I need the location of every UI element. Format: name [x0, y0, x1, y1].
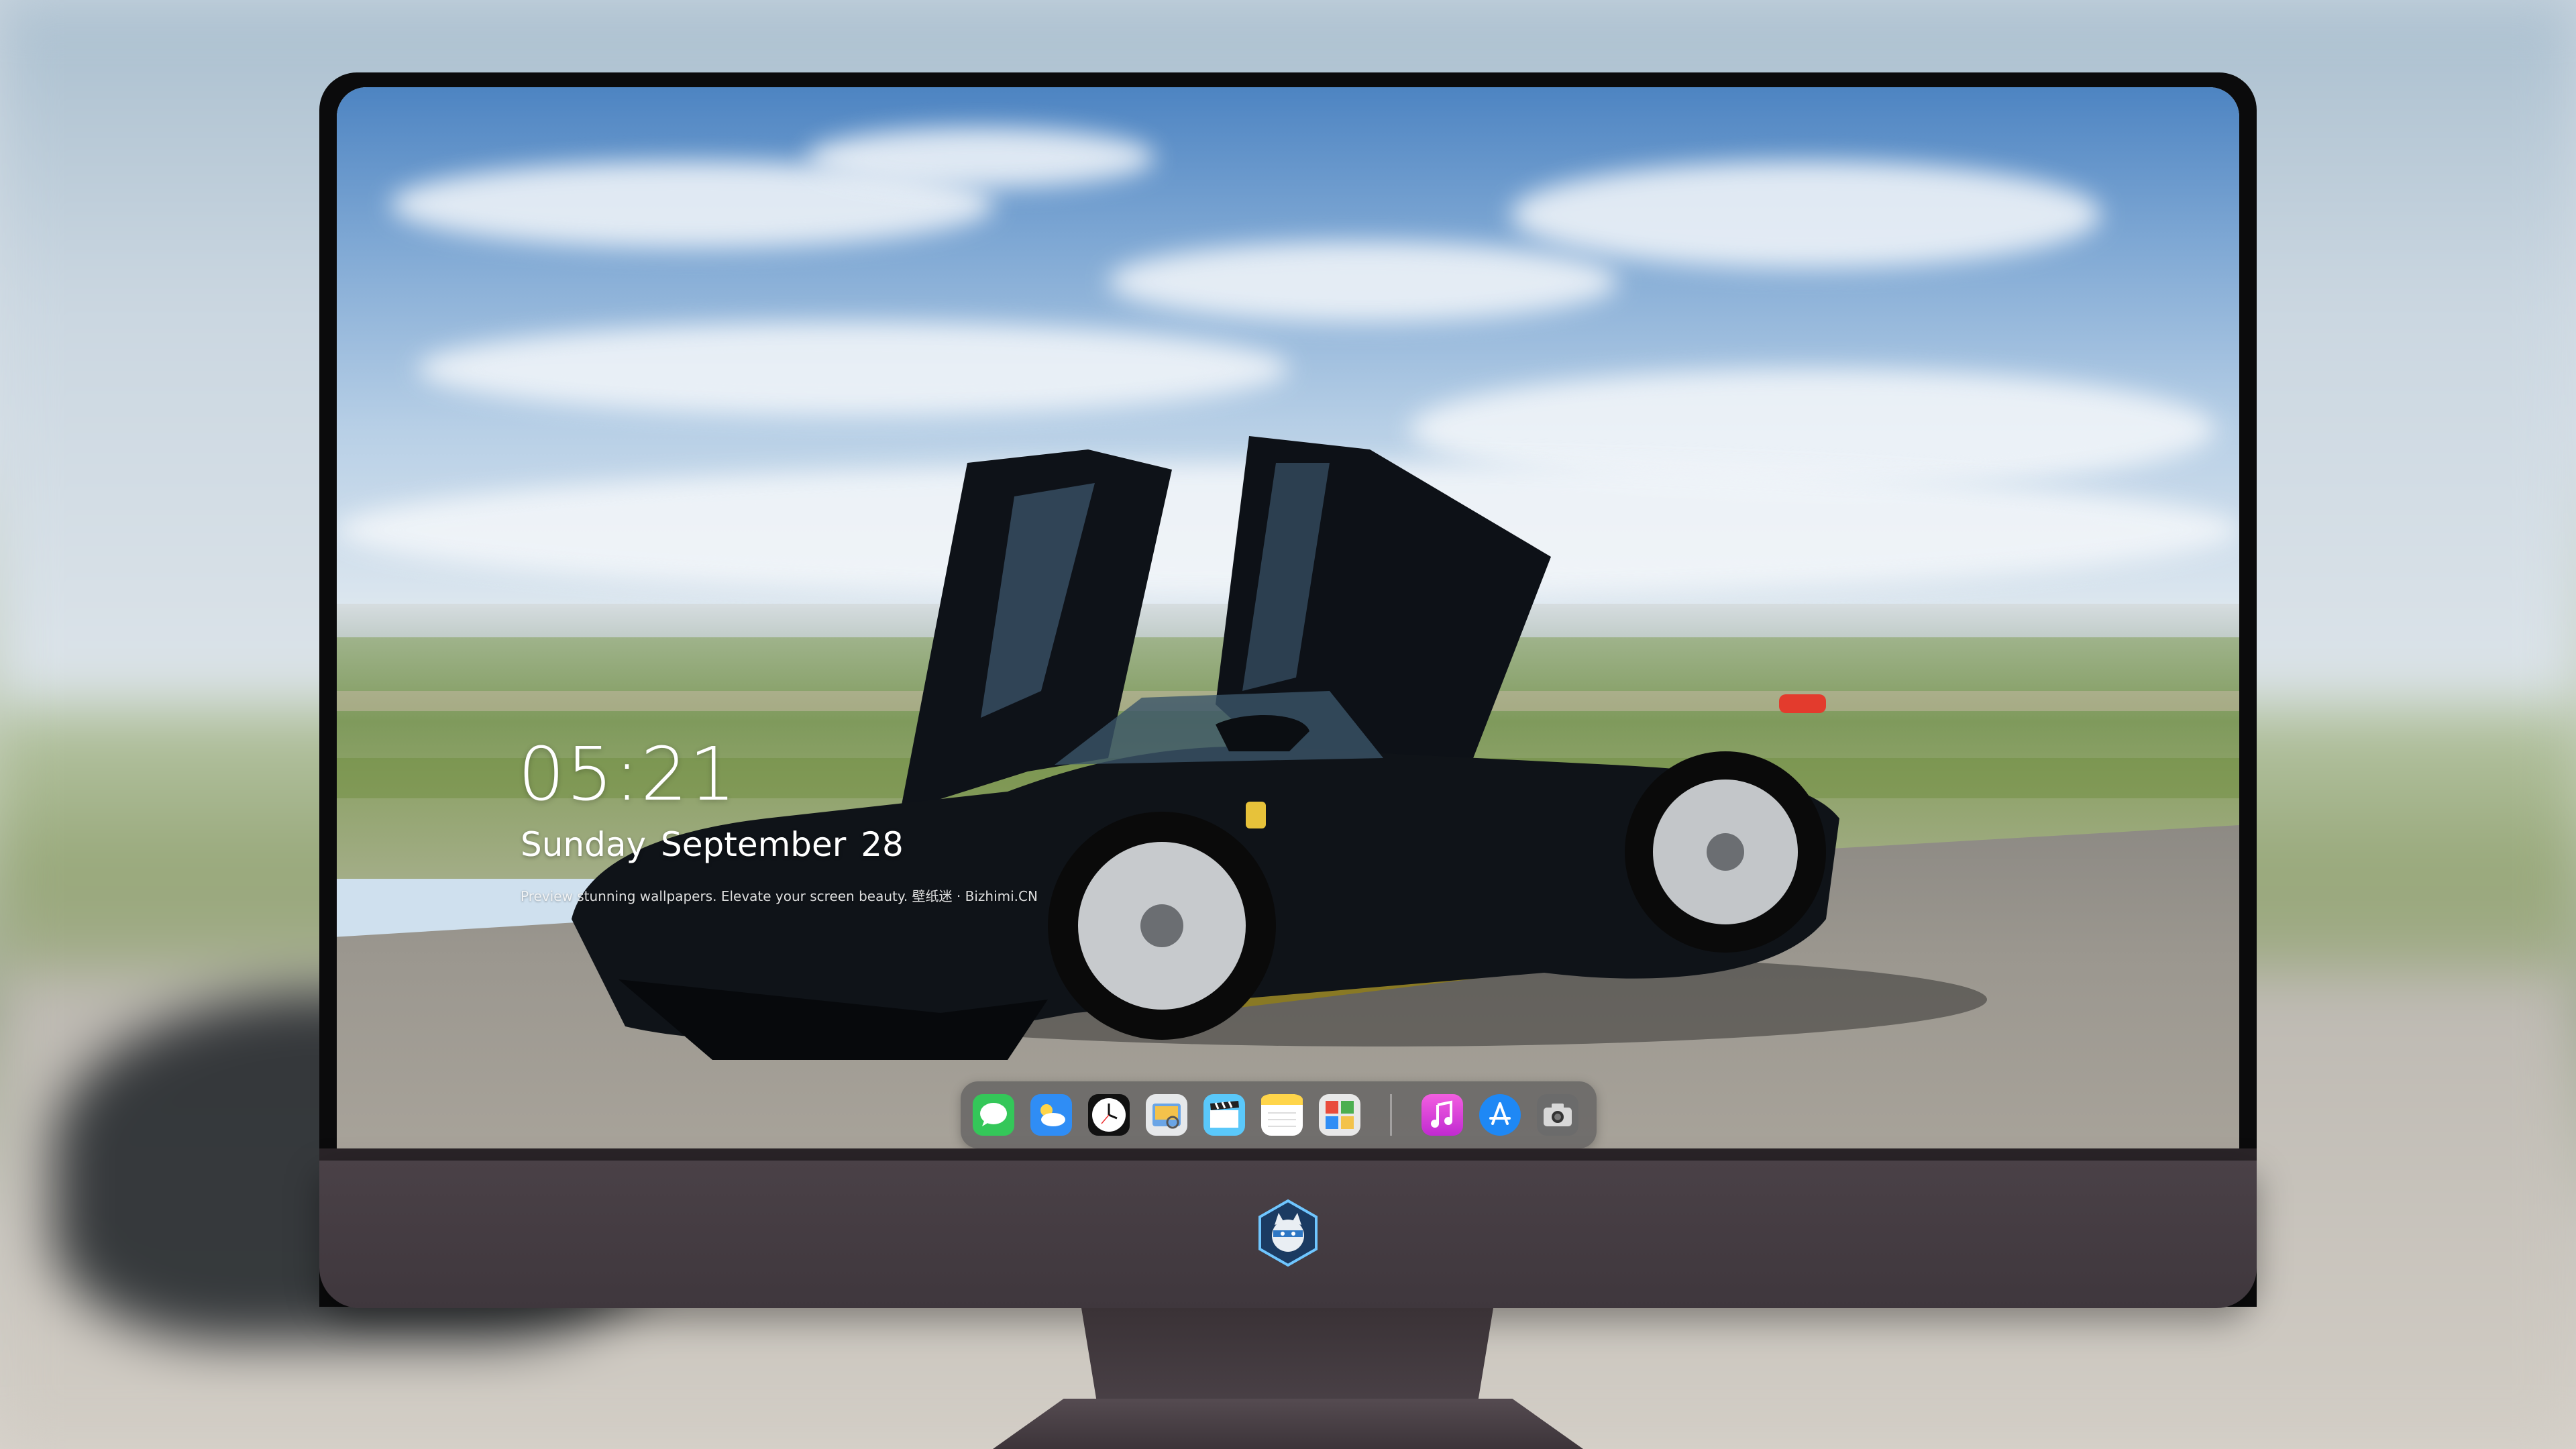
monitor-stand-neck [1081, 1308, 1493, 1409]
preview-icon [1146, 1094, 1187, 1136]
lockscreen-tagline: Preview stunning wallpapers. Elevate you… [521, 888, 1038, 904]
dock-app-clock[interactable] [1088, 1094, 1130, 1136]
messages-icon [973, 1094, 1014, 1136]
lockscreen-clock: 05:21 [518, 731, 738, 817]
lockscreen-date: Sunday September 28 [521, 825, 904, 864]
monitor-stand-foot [993, 1399, 1583, 1449]
monitor-screen: 05:21 Sunday September 28 Preview stunni… [337, 87, 2239, 1154]
dock-app-app-store[interactable] [1479, 1094, 1521, 1136]
music-note-icon [1421, 1094, 1463, 1136]
camera-icon [1537, 1094, 1578, 1136]
weather-icon [1030, 1094, 1072, 1136]
dock-app-itunes[interactable] [1421, 1094, 1463, 1136]
dock-app-photo-booth[interactable] [1319, 1094, 1360, 1136]
app-store-icon [1479, 1094, 1521, 1136]
photo-booth-icon [1319, 1094, 1360, 1136]
ninja-cat-logo-icon [1258, 1199, 1318, 1267]
dock [961, 1081, 1597, 1148]
wallpaper-car [572, 436, 1987, 1060]
dock-separator [1390, 1094, 1392, 1136]
dock-app-camera[interactable] [1537, 1094, 1578, 1136]
dock-app-notes[interactable] [1261, 1094, 1303, 1136]
dock-app-messages[interactable] [973, 1094, 1014, 1136]
dock-app-weather[interactable] [1030, 1094, 1072, 1136]
clapperboard-icon [1203, 1094, 1245, 1136]
dock-app-preview[interactable] [1146, 1094, 1187, 1136]
notes-icon [1261, 1094, 1303, 1136]
dock-app-video-clips[interactable] [1203, 1094, 1245, 1136]
clock-icon [1088, 1094, 1130, 1136]
